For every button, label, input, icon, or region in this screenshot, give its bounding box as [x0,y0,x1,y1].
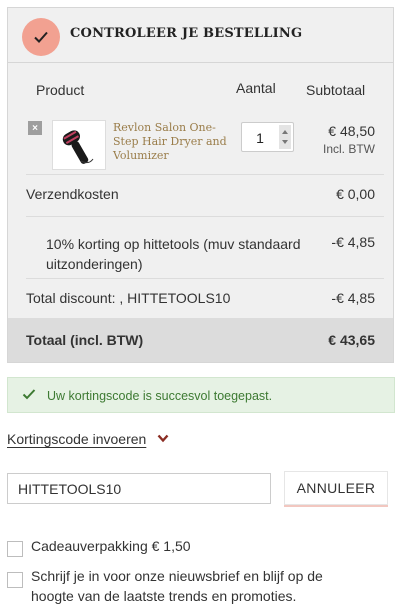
order-summary-header: CONTROLEER JE BESTELLING [8,8,393,63]
quantity-stepper[interactable]: 1 [241,122,294,152]
divider [26,216,384,217]
checkmark-icon [22,389,36,400]
order-summary-title: CONTROLEER JE BESTELLING [70,26,303,41]
quantity-spin-buttons[interactable] [279,125,291,149]
column-header-quantity: Aantal [236,80,276,96]
order-total-row: Totaal (incl. BTW) € 43,65 [8,318,393,362]
coupon-code-toggle[interactable]: Kortingscode invoeren [7,431,146,447]
item-price: € 48,50 [328,123,375,139]
discount-line-value: -€ 4,85 [331,234,375,250]
newsletter-checkbox[interactable] [7,572,23,588]
increase-quantity-icon[interactable] [282,130,288,134]
order-total-label: Totaal (incl. BTW) [26,332,144,348]
decrease-quantity-icon[interactable] [282,140,288,144]
total-discount-label: Total discount: , HITTETOOLS10 [26,290,231,306]
remove-item-button[interactable]: × [28,121,42,135]
step-complete-badge [22,18,60,56]
coupon-success-message: Uw kortingscode is succesvol toegepast. [7,377,395,413]
gift-wrap-checkbox[interactable] [7,541,23,557]
coupon-code-input[interactable] [7,473,271,504]
shipping-label: Verzendkosten [26,186,119,202]
cancel-coupon-button[interactable]: ANNULEER [284,471,388,505]
discount-line-label: 10% korting op hittetools (muv standaard… [46,236,301,272]
divider [26,174,384,175]
column-header-subtotal: Subtotaal [306,82,366,98]
item-price-tax-note: Incl. BTW [322,142,375,156]
product-thumbnail[interactable] [52,120,106,170]
coupon-success-text: Uw kortingscode is succesvol toegepast. [47,389,273,403]
order-total-value: € 43,65 [328,332,375,348]
total-discount-value: -€ 4,85 [331,290,375,306]
gift-wrap-label[interactable]: Cadeauverpakking € 1,50 [31,536,191,556]
newsletter-label[interactable]: Schrijf je in voor onze nieuwsbrief en b… [31,566,361,606]
hair-dryer-image [53,121,105,169]
column-header-product: Product [36,82,85,98]
chevron-down-icon[interactable] [157,434,169,443]
shipping-value: € 0,00 [336,186,375,202]
product-name-link[interactable]: Revlon Salon One-Step Hair Dryer and Vol… [113,121,228,163]
checkmark-icon [34,31,48,43]
order-summary-panel: CONTROLEER JE BESTELLING Product Aantal … [7,7,394,363]
divider [26,278,384,279]
quantity-value[interactable]: 1 [242,130,278,146]
